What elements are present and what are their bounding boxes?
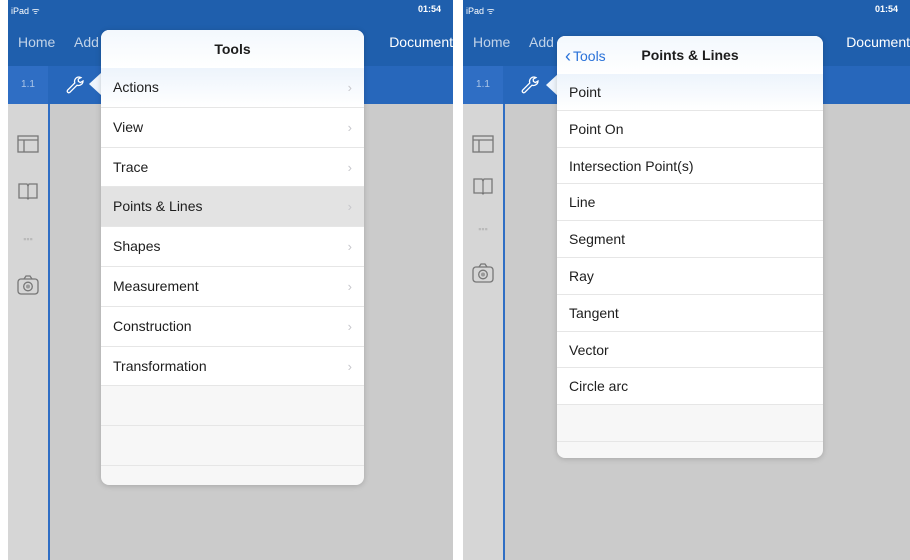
tool-item-point-on[interactable]: Point On xyxy=(557,110,823,148)
tools-popover: Tools Actions › View › Trace › Points & Lines ›… xyxy=(101,30,364,485)
points-lines-popover: ‹ Tools Points & Lines Point Point On Inter… xyxy=(557,36,823,458)
empty-row xyxy=(101,386,364,427)
ipad-screen-left: iPad ᯤ 01:54 Home Add Document 1.1 ▪▪▪ T… xyxy=(8,0,453,560)
empty-row xyxy=(557,405,823,442)
chevron-right-icon: › xyxy=(347,80,352,95)
menu-item-label: Actions xyxy=(113,79,159,95)
chevron-right-icon: › xyxy=(347,318,352,334)
page-sorter-icon[interactable] xyxy=(471,134,495,156)
tool-item-tangent[interactable]: Tangent xyxy=(557,294,823,332)
tool-item-ray[interactable]: Ray xyxy=(557,257,823,295)
faded-tool-icon: ▪▪▪ xyxy=(23,234,33,244)
popover-header: ‹ Tools Points & Lines xyxy=(557,36,823,74)
status-bar: iPad ᯤ 01:54 xyxy=(463,0,910,20)
empty-row xyxy=(101,426,364,466)
tool-item-intersection-point-s[interactable]: Intersection Point(s) xyxy=(557,147,823,185)
menu-item-shapes[interactable]: Shapes › xyxy=(101,227,364,267)
menu-item-view[interactable]: View › xyxy=(101,107,364,148)
tool-item-label: Line xyxy=(569,194,596,211)
tools-menu-list: Actions › View › Trace › Points & Lines › Shapes… xyxy=(101,68,364,466)
chevron-right-icon: › xyxy=(347,199,352,215)
tool-item-label: Vector xyxy=(569,341,609,358)
page-tab[interactable]: 1.1 xyxy=(8,66,48,104)
book-icon[interactable] xyxy=(16,181,40,203)
popover-title: Points & Lines xyxy=(641,47,739,63)
add-button[interactable]: Add xyxy=(74,34,99,50)
carrier-label: iPad ᯤ xyxy=(11,6,40,16)
menu-item-transformation[interactable]: Transformation › xyxy=(101,346,364,387)
popover-arrow xyxy=(89,73,101,95)
page-sorter-icon[interactable] xyxy=(16,134,40,156)
camera-icon[interactable] xyxy=(16,274,40,296)
menu-item-construction[interactable]: Construction › xyxy=(101,306,364,347)
chevron-right-icon: › xyxy=(347,159,352,175)
ipad-screen-right: iPad ᯤ 01:54 Home Add Document 1.1 ▪▪▪ ‹… xyxy=(463,0,910,560)
tool-item-label: Point On xyxy=(569,120,624,137)
side-toolbar: ▪▪▪ xyxy=(8,104,50,560)
menu-item-label: Measurement xyxy=(113,277,199,294)
menu-item-label: Construction xyxy=(113,317,192,334)
status-bar: iPad ᯤ 01:54 xyxy=(8,0,453,20)
tool-item-vector[interactable]: Vector xyxy=(557,331,823,369)
tool-item-segment[interactable]: Segment xyxy=(557,221,823,258)
tool-item-label: Intersection Point(s) xyxy=(569,157,694,174)
camera-icon[interactable] xyxy=(471,262,495,284)
chevron-right-icon: › xyxy=(347,119,352,135)
documents-button[interactable]: Document xyxy=(846,34,910,50)
book-icon[interactable] xyxy=(471,176,495,198)
menu-item-points-lines[interactable]: Points & Lines › xyxy=(101,187,364,228)
faded-tool-icon: ▪▪▪ xyxy=(478,224,488,234)
carrier-label: iPad ᯤ xyxy=(466,6,495,16)
menu-item-label: Shapes xyxy=(113,238,161,255)
home-button[interactable]: Home xyxy=(473,34,510,50)
points-lines-menu-list: Point Point On Intersection Point(s) Line Se… xyxy=(557,74,823,442)
canvas-divider xyxy=(503,104,505,560)
popover-title: Tools xyxy=(101,30,364,68)
menu-item-trace[interactable]: Trace › xyxy=(101,147,364,188)
back-label: Tools xyxy=(573,48,606,64)
documents-button[interactable]: Document xyxy=(389,34,453,50)
status-clock: 01:54 xyxy=(874,4,898,14)
tool-item-circle-arc[interactable]: Circle arc xyxy=(557,368,823,406)
chevron-right-icon: › xyxy=(347,239,352,255)
chevron-left-icon: ‹ xyxy=(565,46,571,66)
menu-item-actions[interactable]: Actions › xyxy=(101,68,364,108)
tool-item-label: Point xyxy=(569,84,601,100)
tool-item-label: Segment xyxy=(569,231,626,248)
menu-item-label: Points & Lines xyxy=(113,198,203,215)
tool-item-label: Ray xyxy=(569,267,594,284)
home-button[interactable]: Home xyxy=(18,34,55,50)
wrench-icon[interactable] xyxy=(64,74,86,96)
tool-item-label: Circle arc xyxy=(569,378,629,395)
status-clock: 01:54 xyxy=(417,4,441,14)
tool-item-point[interactable]: Point xyxy=(557,74,823,111)
menu-item-label: View xyxy=(113,118,144,135)
add-button[interactable]: Add xyxy=(529,34,554,50)
chevron-right-icon: › xyxy=(347,358,352,374)
page-tab[interactable]: 1.1 xyxy=(463,66,503,104)
wrench-icon[interactable] xyxy=(519,74,541,96)
tool-item-label: Tangent xyxy=(569,304,619,321)
menu-item-label: Trace xyxy=(113,158,149,175)
tool-item-line[interactable]: Line xyxy=(557,184,823,222)
menu-item-label: Transformation xyxy=(113,357,207,374)
chevron-right-icon: › xyxy=(347,278,352,294)
menu-item-measurement[interactable]: Measurement › xyxy=(101,266,364,307)
back-to-tools-button[interactable]: ‹ Tools xyxy=(565,36,606,75)
side-toolbar: ▪▪▪ xyxy=(463,104,505,560)
canvas-divider xyxy=(48,104,50,560)
